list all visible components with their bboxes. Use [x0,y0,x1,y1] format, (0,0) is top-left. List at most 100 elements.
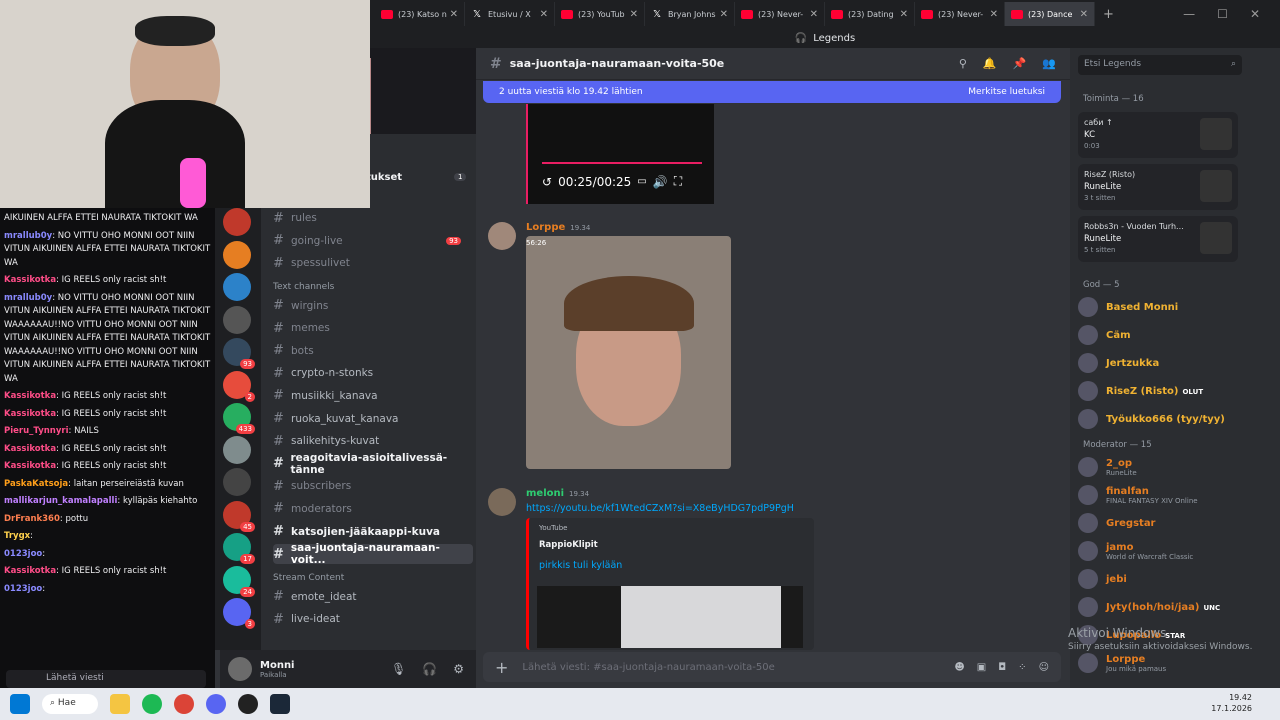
tab-close-icon[interactable]: ✕ [810,9,818,20]
server-icon[interactable] [223,468,251,496]
channel-item[interactable]: # salikehitys-kuvat [273,431,473,451]
taskbar-clock[interactable]: 19.42 17.1.2026 [1211,692,1252,714]
activity-card[interactable]: Robbs3n - Vuoden Turh... RuneLite 5 t sitt… [1078,216,1238,262]
video-progress-bar[interactable] [542,162,702,164]
message-author[interactable]: Lorppe 19.34 [526,222,590,233]
channel-item[interactable]: # emote_ideat [273,587,473,607]
obs-icon[interactable] [238,694,258,714]
message-avatar[interactable] [488,488,516,516]
discord-taskbar-icon[interactable] [206,694,226,714]
category-stream-content[interactable]: Stream Content [273,573,344,583]
user-avatar[interactable] [228,657,252,681]
member-item[interactable]: Cäm [1078,322,1243,348]
message-author[interactable]: meloni 19.34 [526,488,589,499]
file-explorer-icon[interactable] [110,694,130,714]
chat-username[interactable]: 0123joo [4,584,42,594]
server-icon[interactable]: 2 [223,370,255,402]
server-icon[interactable]: 17 [223,533,255,564]
server-icon[interactable]: 3 [223,598,255,629]
member-item[interactable]: 2_op RuneLite [1078,454,1243,480]
channel-item[interactable]: # moderators [273,499,473,519]
member-item[interactable]: finalfan FINAL FANTASY XIV Online [1078,482,1243,508]
message-avatar[interactable] [488,222,516,250]
stream-chat-input[interactable]: Lähetä viesti [6,670,206,688]
member-item[interactable]: Based Monni [1078,294,1243,320]
browser-tab[interactable]: 𝕏 Etusivu / X ✕ [465,2,555,26]
chat-username[interactable]: mrallub0y [4,231,52,241]
channel-item[interactable]: # subscribers [273,476,473,496]
steam-icon[interactable] [270,694,290,714]
message-image[interactable]: 56:26 [526,236,731,469]
tab-close-icon[interactable]: ✕ [540,9,548,20]
member-item[interactable]: Jyty(hoh/hoi/jaa) UNC [1078,594,1243,620]
channel-item[interactable]: # wirgins [273,296,473,316]
headphones-icon[interactable]: 🎧 [422,662,437,676]
settings-gear-icon[interactable]: ⚙ [453,662,464,676]
channel-item[interactable]: # memes [273,318,473,338]
microphone-icon[interactable]: 🎙 [391,662,406,676]
activity-header[interactable]: Toiminta — 16 [1083,94,1144,104]
channel-item[interactable]: # ruoka_kuvat_kanava [273,409,473,429]
browser-tab[interactable]: (23) Dating ✕ [825,2,915,26]
chat-username[interactable]: mallikarjun_kamalapalli [4,496,117,506]
chat-username[interactable]: Kassikotka [4,566,56,576]
browser-tab[interactable]: (23) Never- ✕ [915,2,1005,26]
member-item[interactable]: Gregstar [1078,510,1243,536]
server-icon[interactable] [223,208,251,236]
message-composer[interactable]: + Lähetä viesti: #saa-juontaja-nauramaan… [483,652,1061,682]
browser-tab[interactable]: (23) Katso n ✕ [375,2,465,26]
server-icon[interactable]: 93 [223,338,255,369]
new-messages-banner[interactable]: 2 uutta viestiä klo 19.42 lähtien Merkit… [483,81,1061,103]
channel-item[interactable]: # live-ideat [273,609,473,629]
channel-item[interactable]: # katsojien-jääkaappi-kuva [273,522,473,542]
tab-close-icon[interactable]: ✕ [720,9,728,20]
tab-close-icon[interactable]: ✕ [450,9,458,20]
category-text-channels[interactable]: Text channels [273,282,334,292]
server-icon[interactable] [223,240,251,269]
activity-card[interactable]: RiseZ (Risto) RuneLite 3 t sitten [1078,164,1238,210]
chat-username[interactable]: PaskaKatsoja [4,479,68,489]
channel-item[interactable]: # reagoitavia-asioitalivessä-tänne [273,452,473,476]
member-item[interactable]: Jertzukka [1078,350,1243,376]
member-item[interactable]: Lorppe Jou mikä pamaus [1078,650,1243,676]
pin-icon[interactable]: 📌 [1013,57,1027,70]
threads-icon[interactable]: ⚲ [959,57,967,70]
sidebar-header-label[interactable]: tukset [366,172,402,183]
member-item[interactable]: RiseZ (Risto) OLUT [1078,378,1243,404]
message-link[interactable]: https://youtu.be/kf1WtedCZxM?si=X8eByHDG… [526,503,794,514]
chrome-icon[interactable] [174,694,194,714]
spotify-icon[interactable] [142,694,162,714]
volume-icon[interactable]: 🔊 [653,175,668,189]
tab-close-icon[interactable]: ✕ [990,9,998,20]
taskbar-search[interactable]: ⌕ Hae [42,694,98,714]
mark-read-button[interactable]: Merkitse luetuksi [968,87,1045,97]
maximize-icon[interactable]: ☐ [1217,7,1228,21]
bell-icon[interactable]: 🔔 [983,57,997,70]
chat-username[interactable]: Kassikotka [4,461,56,471]
chat-username[interactable]: Kassikotka [4,409,56,419]
member-item[interactable]: jebi [1078,566,1243,592]
tab-close-icon[interactable]: ✕ [1080,9,1088,20]
new-tab-button[interactable]: + [1095,7,1115,22]
activity-card[interactable]: саби ↑ KC 0:03 [1078,112,1238,158]
server-icon[interactable] [223,305,251,334]
channel-item[interactable]: # spessulivet [273,253,473,273]
tab-close-icon[interactable]: ✕ [630,9,638,20]
emoji-icon[interactable]: ☺ [1039,662,1049,673]
tab-close-icon[interactable]: ✕ [900,9,908,20]
gif-icon[interactable]: ▣ [977,662,986,673]
embed-title[interactable]: pirkkis tuli kylään [539,560,804,571]
video-player[interactable]: ↺ 00:25/00:25 ▭ 🔊 ⛶ [526,104,714,204]
add-attachment-icon[interactable]: + [495,658,508,677]
chat-username[interactable]: Kassikotka [4,444,56,454]
windows-start-icon[interactable] [10,694,30,714]
member-item[interactable]: jamo World of Warcraft Classic [1078,538,1243,564]
chat-username[interactable]: 0123joo [4,549,42,559]
server-icon[interactable]: 24 [223,565,255,597]
embed-thumbnail[interactable] [537,586,803,648]
embed-author[interactable]: RappioKlipit [539,540,804,550]
chat-username[interactable]: mrallub0y [4,293,52,303]
browser-tab[interactable]: (23) Dance ✕ [1005,2,1095,26]
server-icon[interactable]: 45 [223,500,255,532]
browser-tab[interactable]: (23) YouTub ✕ [555,2,645,26]
